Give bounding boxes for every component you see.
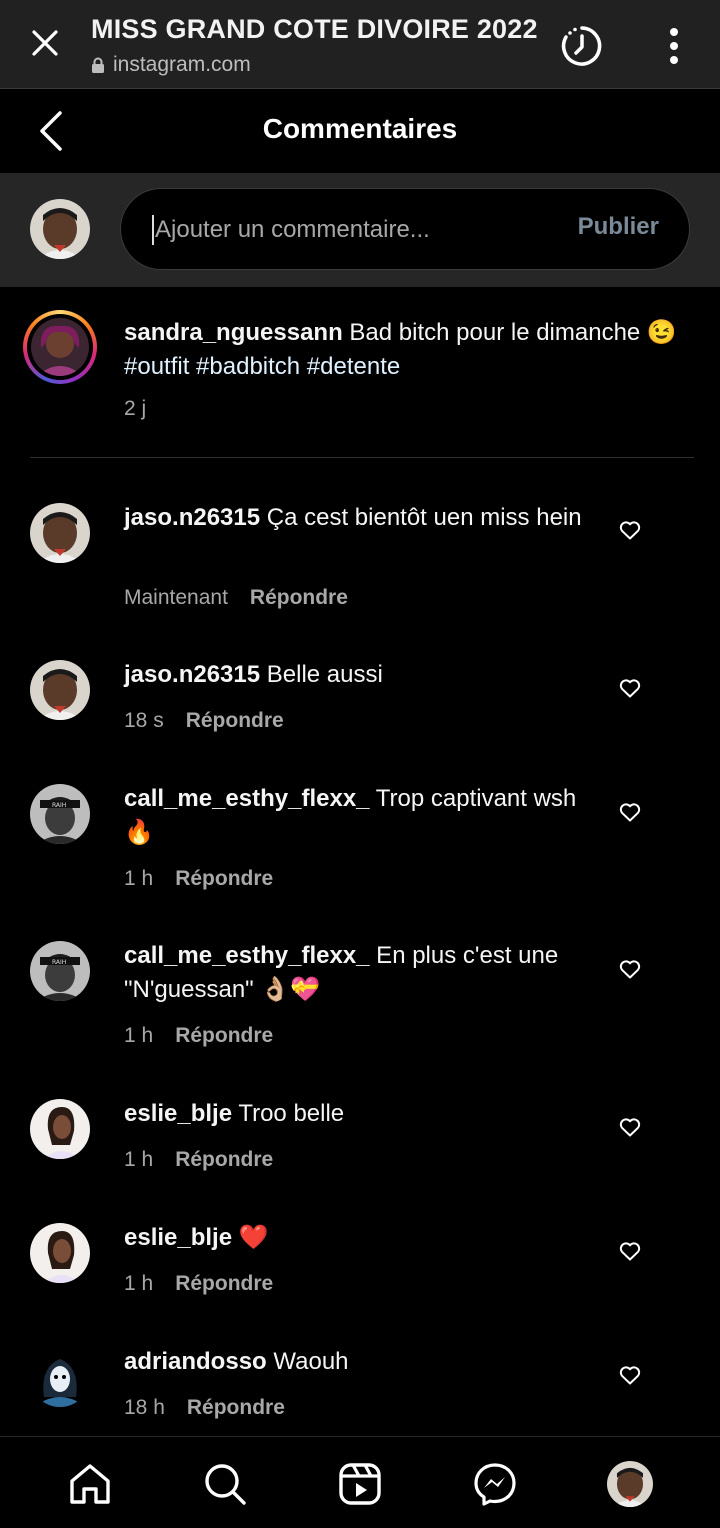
- comment-meta: 1 h Répondre: [124, 867, 273, 891]
- comment-text: call_me_esthy_flexx_ En plus c'est une "…: [124, 939, 594, 1007]
- bottom-nav: [0, 1436, 720, 1528]
- comment-time: 1 h: [124, 1148, 154, 1171]
- comment-body: Belle aussi: [260, 661, 383, 688]
- page-title: Commentaires: [262, 113, 458, 144]
- browser-toolbar: MISS GRAND COTE DIVOIRE 2022 instagram.c…: [0, 0, 720, 89]
- comment-time: 18 s: [124, 709, 164, 732]
- reply-button[interactable]: Répondre: [187, 1396, 285, 1420]
- avatar[interactable]: [30, 199, 90, 259]
- reply-button[interactable]: Répondre: [175, 867, 273, 891]
- heart-icon[interactable]: [618, 676, 642, 700]
- comment-text: jaso.n26315 Ça cest bientôt uen miss hei…: [124, 501, 594, 535]
- comment-username[interactable]: call_me_esthy_flexx_: [124, 942, 370, 969]
- home-icon[interactable]: [67, 1461, 113, 1507]
- timer-icon[interactable]: [558, 22, 606, 70]
- comment-input[interactable]: [153, 207, 567, 253]
- heart-icon[interactable]: [618, 957, 642, 981]
- avatar: [31, 318, 89, 376]
- post-caption: sandra_nguessann Bad bitch pour le diman…: [0, 288, 720, 458]
- avatar[interactable]: [30, 1347, 90, 1407]
- comment-body: ❤️: [232, 1224, 269, 1251]
- heart-icon[interactable]: [618, 800, 642, 824]
- comment-time: 1 h: [124, 867, 154, 890]
- avatar[interactable]: RAIH: [30, 784, 90, 844]
- svg-text:RAIH: RAIH: [52, 959, 66, 966]
- comment-username[interactable]: jaso.n26315: [124, 661, 260, 688]
- heart-icon[interactable]: [618, 1115, 642, 1139]
- comment-body: Troo belle: [232, 1100, 345, 1127]
- caption-text: sandra_nguessann Bad bitch pour le diman…: [124, 316, 684, 384]
- reply-button[interactable]: Répondre: [175, 1024, 273, 1048]
- more-options-icon[interactable]: [660, 24, 688, 68]
- caption-hashtags[interactable]: #outfit #badbitch #detente: [124, 353, 400, 380]
- caption-username[interactable]: sandra_nguessann: [124, 319, 343, 346]
- comment-composer: Publier: [0, 173, 720, 287]
- comment-time: Maintenant: [124, 586, 228, 609]
- comment-meta: 1 h Répondre: [124, 1272, 273, 1296]
- comment-text: eslie_blje ❤️: [124, 1221, 594, 1255]
- avatar[interactable]: [30, 1099, 90, 1159]
- heart-icon[interactable]: [618, 518, 642, 542]
- heart-icon[interactable]: [618, 1363, 642, 1387]
- search-icon[interactable]: [202, 1461, 248, 1507]
- svg-text:RAIH: RAIH: [52, 802, 66, 809]
- comment-body: Waouh: [266, 1348, 349, 1375]
- comment-meta: 18 s Répondre: [124, 709, 284, 733]
- comment-username[interactable]: eslie_blje: [124, 1224, 232, 1251]
- avatar[interactable]: [30, 503, 90, 563]
- comments-header: Commentaires: [0, 89, 720, 173]
- comment-field: Publier: [120, 188, 690, 270]
- reels-icon[interactable]: [337, 1461, 383, 1507]
- comment-username[interactable]: eslie_blje: [124, 1100, 232, 1127]
- comment-body: Ça cest bientôt uen miss hein: [260, 504, 582, 531]
- comment-text: call_me_esthy_flexx_ Trop captivant wsh🔥: [124, 782, 594, 850]
- lock-icon: [92, 57, 104, 73]
- avatar[interactable]: [30, 1223, 90, 1283]
- comment-time: 1 h: [124, 1272, 154, 1295]
- comment-meta: 1 h Répondre: [124, 1148, 273, 1172]
- comment-meta: 18 h Répondre: [124, 1396, 285, 1420]
- profile-avatar[interactable]: [607, 1461, 653, 1507]
- comment-meta: 1 h Répondre: [124, 1024, 273, 1048]
- comment-meta: Maintenant Répondre: [124, 586, 348, 610]
- comment-username[interactable]: jaso.n26315: [124, 504, 260, 531]
- comment-text: jaso.n26315 Belle aussi: [124, 658, 594, 692]
- avatar[interactable]: RAIH: [30, 941, 90, 1001]
- story-ring[interactable]: [23, 310, 97, 384]
- caption-age: 2 j: [124, 397, 147, 420]
- publish-button[interactable]: Publier: [578, 213, 659, 241]
- reply-button[interactable]: Répondre: [175, 1272, 273, 1296]
- comment-text: eslie_blje Troo belle: [124, 1097, 594, 1131]
- divider: [30, 457, 694, 458]
- browser-url: instagram.com: [91, 53, 251, 77]
- close-icon[interactable]: [24, 22, 66, 64]
- messenger-icon[interactable]: [472, 1461, 518, 1507]
- reply-button[interactable]: Répondre: [175, 1148, 273, 1172]
- heart-icon[interactable]: [618, 1239, 642, 1263]
- comment-username[interactable]: adriandosso: [124, 1348, 267, 1375]
- browser-page-title: MISS GRAND COTE DIVOIRE 2022: [91, 14, 538, 44]
- comment-username[interactable]: call_me_esthy_flexx_: [124, 785, 370, 812]
- reply-button[interactable]: Répondre: [250, 586, 348, 610]
- url-text: instagram.com: [113, 53, 251, 76]
- comment-time: 18 h: [124, 1396, 165, 1419]
- avatar[interactable]: [30, 660, 90, 720]
- comment-time: 1 h: [124, 1024, 154, 1047]
- caption-body: Bad bitch pour le dimanche 😉: [342, 319, 677, 346]
- comment-text: adriandosso Waouh: [124, 1345, 594, 1379]
- reply-button[interactable]: Répondre: [186, 709, 284, 733]
